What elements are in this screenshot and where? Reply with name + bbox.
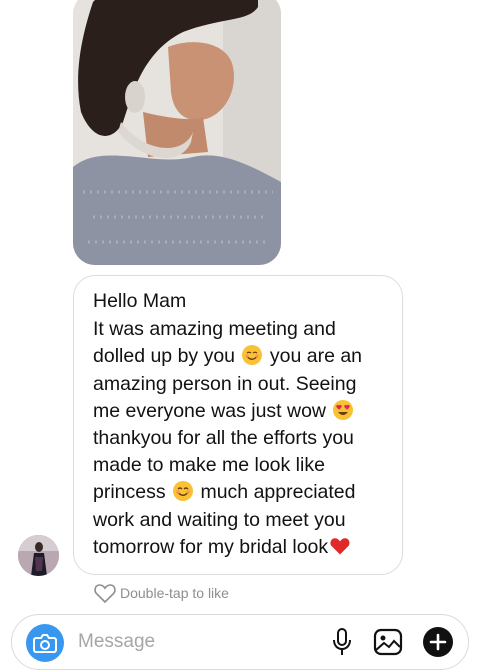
avatar-image — [18, 535, 59, 576]
double-tap-like-hint[interactable]: Double-tap to like — [93, 581, 229, 605]
message-text: much appreciated — [200, 481, 356, 504]
sender-avatar[interactable] — [18, 535, 59, 576]
message-input[interactable] — [78, 631, 298, 653]
message-line: thankyou for all the efforts you — [93, 427, 354, 450]
message-text: princess — [93, 481, 166, 504]
gallery-icon — [373, 628, 403, 656]
message-line: Hello Mam — [93, 290, 187, 312]
message-bubble[interactable]: Hello Mam It was amazing meeting and dol… — [73, 275, 403, 575]
message-line-with-emoji: me everyone was just wow — [93, 398, 388, 425]
message-line: made to make me look like — [93, 454, 325, 477]
add-button[interactable] — [422, 626, 454, 658]
like-hint-text: Double-tap to like — [120, 585, 229, 601]
plus-icon — [423, 627, 453, 657]
message-text: tomorrow for my bridal look — [93, 535, 329, 558]
camera-button[interactable] — [26, 624, 64, 662]
smiling-face-emoji — [173, 481, 194, 502]
message-text: me everyone was just wow — [93, 399, 327, 422]
heart-eyes-emoji — [333, 399, 354, 420]
microphone-icon — [333, 628, 351, 655]
message-line-with-emoji: princess much appreciated — [93, 479, 388, 506]
message-line: amazing person in out. Seeing — [93, 372, 357, 395]
message-text: you are an — [269, 345, 363, 368]
heart-outline-icon — [94, 584, 116, 604]
message-line-with-emoji: dolled up by you you are an — [93, 343, 388, 370]
message-line: It was amazing meeting and — [93, 318, 336, 341]
camera-icon — [33, 634, 57, 653]
message-text: dolled up by you — [93, 345, 236, 368]
gallery-button[interactable] — [372, 626, 404, 658]
message-line: work and waiting to meet you — [93, 508, 346, 531]
shared-photo[interactable] — [73, 0, 281, 265]
red-heart-emoji — [330, 538, 350, 555]
message-line-with-emoji: tomorrow for my bridal look — [93, 534, 388, 561]
microphone-button[interactable] — [326, 626, 358, 658]
shared-photo-image — [73, 0, 281, 265]
message-composer — [11, 614, 469, 670]
smiling-face-emoji — [242, 345, 263, 366]
